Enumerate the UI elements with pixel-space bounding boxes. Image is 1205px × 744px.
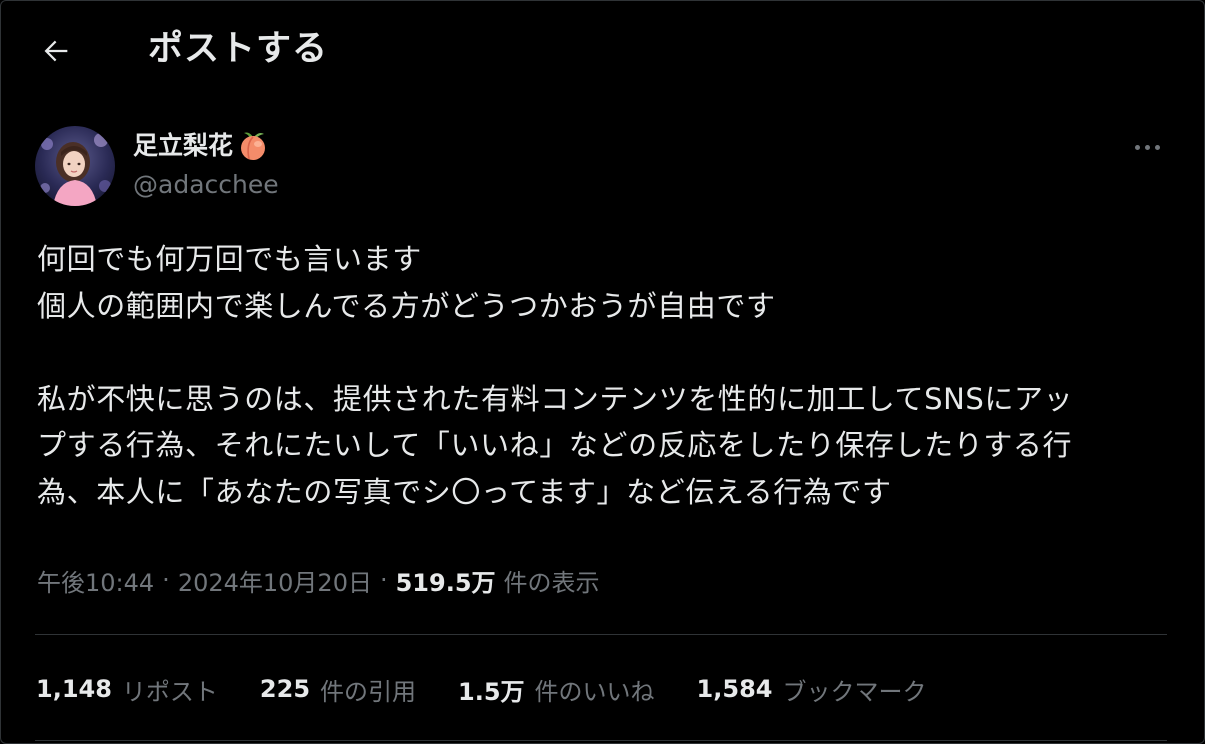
peach-icon xyxy=(235,128,271,164)
reposts-stat[interactable]: 1,148 リポスト xyxy=(36,672,218,707)
quotes-stat[interactable]: 225 件の引用 xyxy=(260,672,416,707)
tweet-line: 私が不快に思うのは、提供された有料コンテンツを性的に加工してSNSにアッ xyxy=(37,381,1074,416)
tweet-text: 何回でも何万回でも言います 個人の範囲内で楽しんでる方がどうつかおうが自由です … xyxy=(37,236,1167,515)
avatar[interactable] xyxy=(35,126,115,206)
tweet-line: プする行為、それにたいして「いいね」などの反応をしたり保存したりする行 xyxy=(37,428,1073,462)
meta-separator: · xyxy=(162,566,170,594)
page-title: ポストする xyxy=(148,29,329,69)
likes-label: 件のいいね xyxy=(534,677,655,706)
divider xyxy=(35,634,1167,635)
views-count: 519.5万 xyxy=(395,568,496,597)
arrow-left-icon xyxy=(44,40,68,62)
tweet-line: 為、本人に「あなたの写真でシ〇ってます」など伝える行為です xyxy=(37,474,892,509)
meta-separator: · xyxy=(379,566,388,594)
top-bar: ポストする xyxy=(0,0,1205,100)
tweet-meta: 午後10:44 · 2024年10月20日 · 519.5万 件の表示 xyxy=(37,560,600,600)
more-horizontal-icon xyxy=(1134,144,1140,150)
engagement-stats: 1,148 リポスト 225 件の引用 1.5万 件のいいね 1,584 ブック… xyxy=(36,667,968,711)
avatar-image xyxy=(35,126,115,206)
display-name-row: 足立梨花 xyxy=(133,127,271,165)
views-label: 件の表示 xyxy=(503,568,600,597)
tweet-line: 個人の範囲内で楽しんでる方がどうつかおうが自由です xyxy=(37,288,776,323)
tweet-line: 何回でも何万回でも言います xyxy=(37,242,422,276)
bookmarks-count: 1,584 xyxy=(696,675,773,703)
reposts-count: 1,148 xyxy=(36,675,112,703)
quotes-label: 件の引用 xyxy=(320,677,417,706)
more-dot xyxy=(1154,144,1160,150)
divider xyxy=(35,740,1167,741)
bookmarks-stat[interactable]: 1,584 ブックマーク xyxy=(697,672,927,707)
back-button[interactable] xyxy=(30,28,82,74)
quotes-count: 225 xyxy=(259,675,311,703)
tweet-time[interactable]: 午後10:44 xyxy=(37,563,154,598)
more-dot xyxy=(1144,144,1150,150)
likes-count: 1.5万 xyxy=(458,677,525,706)
likes-stat[interactable]: 1.5万 件のいいね xyxy=(458,672,655,707)
display-name[interactable]: 足立梨花 xyxy=(133,128,233,164)
bookmarks-label: ブックマーク xyxy=(782,677,927,706)
user-handle[interactable]: @adacchee xyxy=(133,168,279,202)
more-options-button[interactable] xyxy=(1126,132,1168,162)
tweet-date[interactable]: 2024年10月20日 xyxy=(178,563,372,598)
reposts-label: リポスト xyxy=(121,677,218,706)
